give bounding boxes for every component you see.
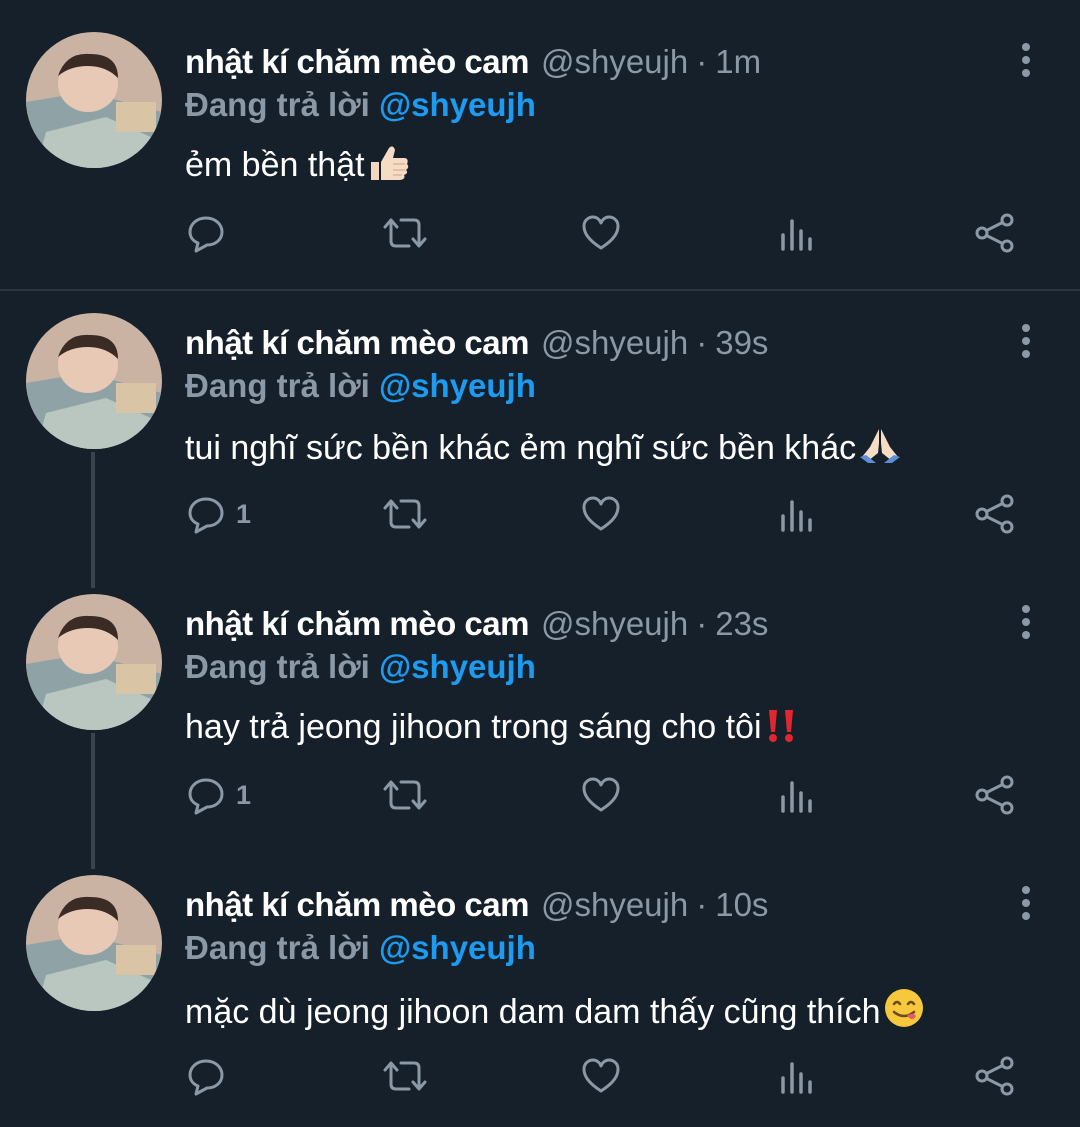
retweet-button[interactable] <box>383 770 427 820</box>
double-exclamation-emoji <box>764 706 798 753</box>
separator: · <box>696 43 708 80</box>
reply-icon <box>188 497 224 534</box>
views-button[interactable] <box>779 1051 815 1101</box>
replying-to: Đang trả lời @shyeujh <box>185 929 536 967</box>
timestamp[interactable]: 39s <box>715 324 768 362</box>
reply-icon <box>188 216 224 253</box>
avatar[interactable] <box>26 313 162 449</box>
like-icon <box>582 777 620 812</box>
retweet-icon <box>383 780 427 810</box>
like-icon <box>582 496 620 531</box>
tweet-text-body: ẻm bền thật <box>185 146 365 184</box>
replying-label: Đang trả lời <box>185 367 370 404</box>
reply-count: 1 <box>236 498 252 529</box>
views-button[interactable] <box>779 770 815 820</box>
more-icon[interactable] <box>1014 42 1038 78</box>
retweet-icon <box>383 218 427 248</box>
tweet-header: nhật kí chăm mèo cam @shyeujh · 1m <box>185 40 761 84</box>
display-name[interactable]: nhật kí chăm mèo cam <box>185 324 529 362</box>
reply-icon <box>188 778 224 815</box>
user-handle[interactable]: @shyeujh <box>541 886 688 924</box>
share-icon <box>975 775 1014 815</box>
replying-label: Đang trả lời <box>185 929 370 966</box>
mention-link[interactable]: @shyeujh <box>379 929 536 966</box>
like-icon <box>582 215 620 250</box>
replying-to: Đang trả lời @shyeujh <box>185 648 536 686</box>
timestamp[interactable]: 1m <box>715 43 761 81</box>
reply-count: 1 <box>236 779 252 810</box>
display-name[interactable]: nhật kí chăm mèo cam <box>185 605 529 643</box>
tweet-text: ẻm bền thật <box>185 144 411 191</box>
views-button[interactable] <box>779 489 815 539</box>
retweet-button[interactable] <box>383 1051 427 1101</box>
separator: · <box>696 324 708 361</box>
timestamp[interactable]: 23s <box>715 605 768 643</box>
views-icon <box>781 500 812 532</box>
tweet-actions: 1 <box>0 770 1080 820</box>
retweet-icon <box>383 499 427 529</box>
tweet-header: nhật kí chăm mèo cam @shyeujh · 39s <box>185 321 768 365</box>
like-button[interactable] <box>581 489 621 539</box>
views-icon <box>781 1062 812 1094</box>
tweet-actions <box>0 1051 1080 1101</box>
reply-button[interactable] <box>186 1051 236 1101</box>
tweet-actions: 1 <box>0 489 1080 539</box>
share-button[interactable] <box>974 770 1016 820</box>
tweet-text: mặc dù jeong jihoon dam dam thấy cũng th… <box>185 987 925 1038</box>
share-icon <box>975 494 1014 534</box>
tweet-actions <box>0 208 1080 258</box>
tweet-text-body: mặc dù jeong jihoon dam dam thấy cũng th… <box>185 993 881 1031</box>
timestamp[interactable]: 10s <box>715 886 768 924</box>
user-handle[interactable]: @shyeujh <box>541 605 688 643</box>
user-handle[interactable]: @shyeujh <box>541 324 688 362</box>
share-button[interactable] <box>974 1051 1016 1101</box>
like-icon <box>582 1058 620 1093</box>
folded-hands-emoji <box>858 425 902 474</box>
reply-button[interactable]: 1 <box>186 770 251 820</box>
reply-button[interactable]: 1 <box>186 489 251 539</box>
avatar[interactable] <box>26 875 162 1011</box>
replying-to: Đang trả lời @shyeujh <box>185 86 536 124</box>
user-handle[interactable]: @shyeujh <box>541 43 688 81</box>
mention-link[interactable]: @shyeujh <box>379 86 536 123</box>
like-button[interactable] <box>581 1051 621 1101</box>
share-button[interactable] <box>974 489 1016 539</box>
replying-label: Đang trả lời <box>185 648 370 685</box>
share-button[interactable] <box>974 208 1016 258</box>
mention-link[interactable]: @shyeujh <box>379 367 536 404</box>
replying-label: Đang trả lời <box>185 86 370 123</box>
reply-icon <box>188 1059 224 1096</box>
yum-face-emoji <box>883 987 925 1038</box>
display-name[interactable]: nhật kí chăm mèo cam <box>185 886 529 924</box>
more-icon[interactable] <box>1014 323 1038 359</box>
views-icon <box>781 219 812 251</box>
separator: · <box>696 605 708 642</box>
more-icon[interactable] <box>1014 604 1038 640</box>
display-name[interactable]: nhật kí chăm mèo cam <box>185 43 529 81</box>
tweet-text: hay trả jeong jihoon trong sáng cho tôi <box>185 706 798 753</box>
views-button[interactable] <box>779 208 815 258</box>
like-button[interactable] <box>581 770 621 820</box>
divider <box>0 289 1080 291</box>
reply-button[interactable] <box>186 208 236 258</box>
more-icon[interactable] <box>1014 885 1038 921</box>
avatar[interactable] <box>26 594 162 730</box>
avatar[interactable] <box>26 32 162 168</box>
retweet-icon <box>383 1061 427 1091</box>
views-icon <box>781 781 812 813</box>
tweet-header: nhật kí chăm mèo cam @shyeujh · 23s <box>185 602 768 646</box>
separator: · <box>696 886 708 923</box>
share-icon <box>975 1056 1014 1096</box>
mention-link[interactable]: @shyeujh <box>379 648 536 685</box>
tweet-header: nhật kí chăm mèo cam @shyeujh · 10s <box>185 883 768 927</box>
share-icon <box>975 213 1014 253</box>
tweet-text-body: hay trả jeong jihoon trong sáng cho tôi <box>185 708 762 746</box>
retweet-button[interactable] <box>383 489 427 539</box>
like-button[interactable] <box>581 208 621 258</box>
replying-to: Đang trả lời @shyeujh <box>185 367 536 405</box>
thumbs-up-emoji <box>367 144 411 191</box>
retweet-button[interactable] <box>383 208 427 258</box>
tweet-text: tui nghĩ sức bền khác ẻm nghĩ sức bền kh… <box>185 425 902 474</box>
tweet-text-body: tui nghĩ sức bền khác ẻm nghĩ sức bền kh… <box>185 429 857 467</box>
